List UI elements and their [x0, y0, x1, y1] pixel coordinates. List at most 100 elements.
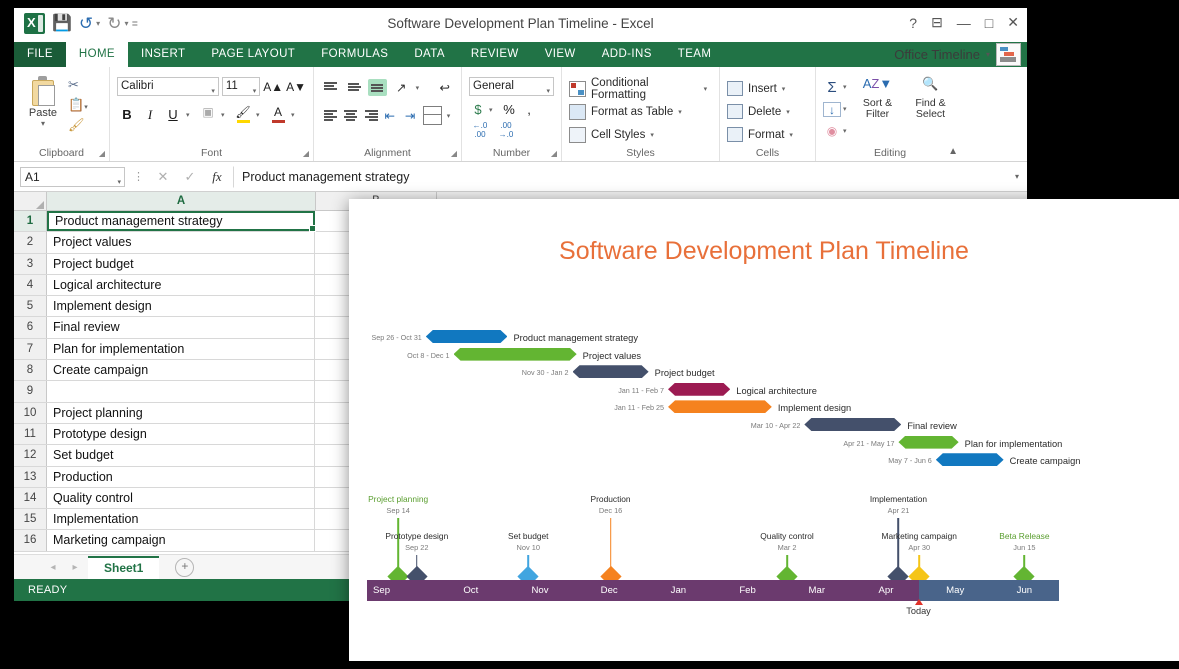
cell-styles-button[interactable]: Cell Styles ▾	[569, 123, 712, 146]
accounting-caret-icon[interactable]: ▾	[489, 106, 498, 114]
decrease-indent-icon[interactable]: ⇤	[382, 108, 397, 123]
tab-team[interactable]: TEAM	[665, 42, 725, 67]
tab-view[interactable]: VIEW	[532, 42, 589, 67]
fill-color-icon[interactable]: 🖌	[233, 105, 253, 124]
gantt-bar-shape[interactable]	[573, 365, 649, 378]
conditional-formatting-button[interactable]: Conditional Formatting ▾	[569, 77, 712, 100]
cell-a[interactable]: Project values	[47, 232, 315, 252]
add-sheet-icon[interactable]: +	[175, 558, 194, 577]
conditional-formatting-caret-icon[interactable]: ▾	[704, 85, 712, 93]
row-header[interactable]: 9	[14, 381, 47, 401]
row-header[interactable]: 4	[14, 275, 47, 295]
cell-a[interactable]: Implementation	[47, 509, 315, 529]
gantt-bar-row[interactable]: Oct 8 - Dec 1Project values	[454, 348, 577, 364]
wrap-text-icon[interactable]: ↩	[435, 80, 454, 95]
row-header[interactable]: 2	[14, 232, 47, 252]
delete-caret-icon[interactable]: ▾	[786, 108, 795, 116]
cell-a[interactable]: Implement design	[47, 296, 315, 316]
gantt-bar-shape[interactable]	[454, 348, 577, 361]
tab-insert[interactable]: INSERT	[128, 42, 198, 67]
font-size-caret-icon[interactable]: ▾	[253, 83, 257, 100]
tab-add-ins[interactable]: ADD-INS	[589, 42, 665, 67]
percent-style-icon[interactable]: %	[500, 102, 518, 117]
delete-cells-button[interactable]: Delete ▾	[727, 100, 808, 123]
number-dialog-launcher[interactable]: ◢	[551, 149, 557, 158]
tab-page-layout[interactable]: PAGE LAYOUT	[198, 42, 308, 67]
cell-a[interactable]: Product management strategy	[47, 211, 315, 231]
enter-formula-icon[interactable]: ✓	[179, 169, 201, 185]
gantt-bar-row[interactable]: Nov 30 - Jan 2Project budget	[573, 365, 649, 381]
minimize-icon[interactable]: —	[957, 15, 971, 31]
paste-dropdown-icon[interactable]: ▾	[41, 119, 45, 128]
format-cells-button[interactable]: Format ▾	[727, 123, 808, 146]
cell-styles-caret-icon[interactable]: ▾	[650, 131, 659, 139]
tab-formulas[interactable]: FORMULAS	[308, 42, 401, 67]
row-header[interactable]: 6	[14, 317, 47, 337]
align-middle-icon[interactable]	[345, 79, 364, 96]
cell-a[interactable]: Production	[47, 467, 315, 487]
select-all-button[interactable]	[14, 192, 47, 210]
row-header[interactable]: 3	[14, 254, 47, 274]
cell-a[interactable]	[47, 381, 315, 401]
decrease-decimal-icon[interactable]: .00→.0	[495, 121, 517, 139]
row-header[interactable]: 12	[14, 445, 47, 465]
row-header[interactable]: 1	[14, 211, 47, 231]
cut-icon[interactable]: ✂	[68, 77, 88, 94]
cancel-formula-icon[interactable]: ✕	[152, 169, 174, 185]
sort-filter-button[interactable]: AZ▼ Sort & Filter	[855, 76, 900, 120]
underline-caret-icon[interactable]: ▾	[186, 111, 195, 119]
insert-function-icon[interactable]: fx	[206, 169, 228, 185]
insert-cells-button[interactable]: Insert ▾	[727, 77, 808, 100]
accounting-format-icon[interactable]: $	[469, 102, 487, 117]
format-painter-icon[interactable]: 🖌	[68, 117, 88, 134]
maximize-icon[interactable]: □	[985, 15, 993, 31]
clear-caret-icon[interactable]: ▾	[843, 127, 852, 135]
italic-button[interactable]: I	[140, 107, 160, 123]
fill-color-caret-icon[interactable]: ▾	[256, 111, 265, 119]
help-icon[interactable]: ?	[909, 15, 917, 31]
tab-review[interactable]: REVIEW	[458, 42, 532, 67]
cell-a[interactable]: Final review	[47, 317, 315, 337]
fill-button[interactable]: ↓ ▾	[823, 98, 852, 120]
row-header[interactable]: 8	[14, 360, 47, 380]
next-sheet-icon[interactable]: ▸	[66, 562, 84, 573]
bold-button[interactable]: B	[117, 107, 137, 122]
font-name-caret-icon[interactable]: ▾	[211, 83, 215, 100]
close-icon[interactable]: ✕	[1007, 14, 1019, 31]
font-name-input[interactable]: Calibri ▾	[117, 77, 219, 96]
font-color-caret-icon[interactable]: ▾	[291, 111, 300, 119]
expand-formula-bar-icon[interactable]: ▾	[1015, 172, 1021, 181]
gantt-bar-row[interactable]: Jan 11 - Feb 7Logical architecture	[668, 383, 730, 399]
cell-a[interactable]: Quality control	[47, 488, 315, 508]
cell-a[interactable]: Prototype design	[47, 424, 315, 444]
cell-a[interactable]: Logical architecture	[47, 275, 315, 295]
decrease-font-size-icon[interactable]: A▼	[286, 80, 306, 94]
clipboard-dialog-launcher[interactable]: ◢	[99, 149, 105, 158]
gantt-bar-shape[interactable]	[668, 400, 772, 413]
gantt-bar-row[interactable]: Sep 26 - Oct 31Product management strate…	[426, 330, 508, 346]
copy-icon[interactable]: 📋▾	[68, 97, 88, 114]
autosum-button[interactable]: Σ ▾	[823, 76, 852, 98]
number-format-select[interactable]: General ▾	[469, 77, 554, 96]
gantt-bar-shape[interactable]	[804, 418, 901, 431]
find-select-button[interactable]: 🔍 Find & Select	[908, 76, 953, 120]
comma-style-icon[interactable]: ,	[520, 102, 538, 117]
font-color-icon[interactable]: A	[268, 105, 288, 124]
clear-button[interactable]: ◉ ▾	[823, 120, 852, 142]
cell-a[interactable]: Project budget	[47, 254, 315, 274]
align-top-icon[interactable]	[321, 79, 340, 96]
merge-center-icon[interactable]	[423, 106, 442, 125]
row-header[interactable]: 11	[14, 424, 47, 444]
borders-icon[interactable]: ▣	[198, 105, 218, 124]
row-header[interactable]: 7	[14, 339, 47, 359]
row-header[interactable]: 14	[14, 488, 47, 508]
orientation-caret-icon[interactable]: ▾	[416, 84, 425, 92]
gantt-bar-shape[interactable]	[426, 330, 508, 343]
borders-caret-icon[interactable]: ▾	[221, 111, 230, 119]
underline-button[interactable]: U	[163, 107, 183, 122]
format-as-table-button[interactable]: Format as Table ▾	[569, 100, 712, 123]
name-box-caret-icon[interactable]: ▾	[117, 173, 121, 192]
row-header[interactable]: 5	[14, 296, 47, 316]
format-as-table-caret-icon[interactable]: ▾	[678, 108, 687, 116]
row-header[interactable]: 13	[14, 467, 47, 487]
